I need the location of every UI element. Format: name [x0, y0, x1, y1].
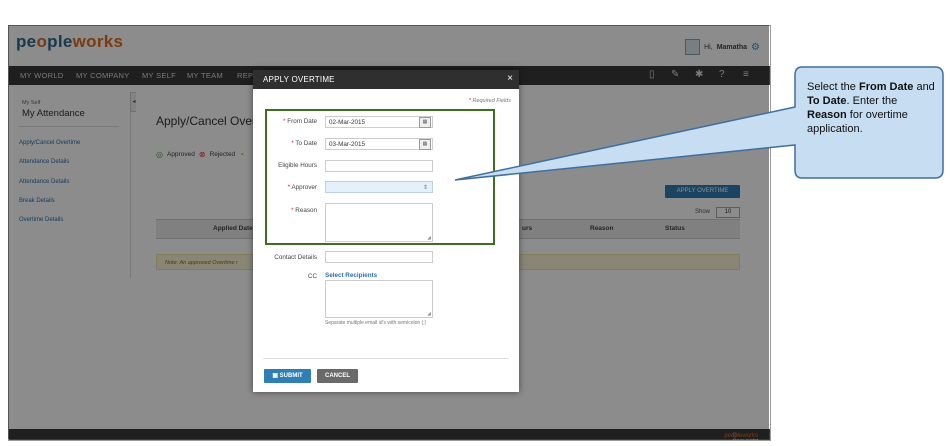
callout-text: Select the From Date and To Date. Enter … [807, 81, 935, 135]
callout-bubble [454, 66, 944, 181]
